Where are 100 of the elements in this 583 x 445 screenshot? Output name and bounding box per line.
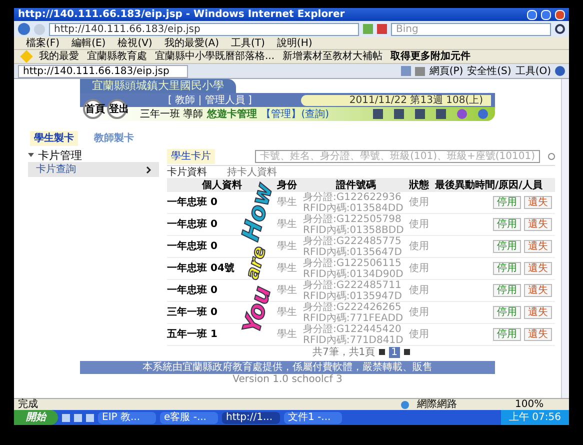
favorite-link[interactable]: 宜蘭縣教育處 xyxy=(87,51,147,62)
favorite-link[interactable]: 新增素材至教材大補帖 xyxy=(282,51,383,62)
id-number-text: 身分證:G122622936 xyxy=(303,192,402,202)
sidebar-group[interactable]: 卡片管理 xyxy=(38,150,82,160)
column-header: 身份 xyxy=(277,180,298,190)
maximize-button[interactable] xyxy=(541,10,551,20)
action-button[interactable]: 遺失 xyxy=(524,196,552,209)
user-text: 三年一班 導師 xyxy=(140,108,204,120)
rfid-text: RFID內碼:013584DD xyxy=(303,202,404,214)
role-links[interactable]: [ 教師 | 管理人員 ] xyxy=(140,94,280,106)
column-header: 最後異動時間/原因/人員 xyxy=(435,180,544,190)
action-button[interactable]: 停用 xyxy=(493,240,521,253)
action-button[interactable]: 停用 xyxy=(493,306,521,319)
action-button[interactable]: 停用 xyxy=(493,262,521,275)
module-name: 悠遊卡管理 xyxy=(207,108,258,120)
back-icon[interactable] xyxy=(18,23,30,35)
role-cell-text: 學生 xyxy=(277,241,298,252)
zoom-control[interactable]: 100% xyxy=(515,399,565,410)
id-number-text: 身分證:G122505798 xyxy=(303,214,402,224)
role-cell-text: 學生 xyxy=(277,307,298,318)
action-button[interactable]: 停用 xyxy=(493,196,521,209)
status-cell-text: 使用 xyxy=(409,329,430,340)
action-button[interactable]: 停用 xyxy=(493,328,521,341)
action-button[interactable]: 遺失 xyxy=(524,328,552,341)
scrollbar[interactable] xyxy=(561,79,569,398)
info-icon[interactable] xyxy=(457,109,467,119)
sub-tab[interactable]: 持卡人資料 xyxy=(227,166,277,178)
sidebar-item[interactable]: 卡片查詢 xyxy=(28,162,159,177)
menu-item[interactable]: 工具(T) xyxy=(231,38,265,48)
date-text: 2011/11/22 第13週 108(上) xyxy=(301,94,491,106)
version-text: Version 1.0 schoolcf 3 xyxy=(232,374,342,385)
caret-icon[interactable] xyxy=(28,152,34,158)
status-text: 完成 xyxy=(18,399,39,410)
sticker-text: You xyxy=(239,284,275,336)
rfid-text: RFID內碼:771FEADD xyxy=(303,312,404,324)
action-button[interactable]: 遺失 xyxy=(524,240,552,253)
taskbar-button[interactable]: e客服 -... xyxy=(160,412,218,424)
action-button[interactable]: 停用 xyxy=(493,284,521,297)
menu-item[interactable]: 檔案(F) xyxy=(26,38,60,48)
globe-icon[interactable] xyxy=(401,400,409,408)
name-cell-text: 一年忠班 0 xyxy=(167,285,218,296)
toolbar-menu[interactable]: 工具(O) xyxy=(515,66,551,76)
panel-title: 學生卡片 xyxy=(167,148,215,164)
role-cell-text: 學生 xyxy=(277,197,298,208)
start-button[interactable]: 開始 xyxy=(14,410,58,425)
column-header: 證件號碼 xyxy=(334,180,377,190)
id-number-text: 身分證:G122506115 xyxy=(303,258,402,268)
taskbar-button[interactable]: EIP 教... xyxy=(98,412,156,424)
window-title: http://140.111.66.183/eip.jsp - Windows Internet Explorer xyxy=(18,9,346,20)
taskbar-button[interactable]: http://1... xyxy=(222,412,280,424)
search-icon[interactable] xyxy=(555,24,565,34)
action-button[interactable]: 遺失 xyxy=(524,218,552,231)
name-cell-text: 五年一班 1 xyxy=(167,329,218,340)
page-button[interactable]: 1 xyxy=(389,346,400,358)
name-cell-text: 一年忠班 04號 xyxy=(167,263,236,274)
name-cell-text: 一年忠班 0 xyxy=(167,241,218,252)
id-number-text: 身分證:G222485711 xyxy=(303,280,402,290)
toolbar-menu[interactable]: 安全性(S) xyxy=(467,66,512,76)
close-button[interactable] xyxy=(555,10,565,20)
action-button[interactable]: 遺失 xyxy=(524,284,552,297)
pager-summary: 共7筆，共1頁 xyxy=(312,346,376,358)
last-page-icon[interactable] xyxy=(404,349,410,355)
sub-tab[interactable]: 卡片資料 xyxy=(167,166,207,178)
action-button[interactable]: 遺失 xyxy=(524,306,552,319)
action-button[interactable]: 遺失 xyxy=(524,262,552,275)
card-tab[interactable]: 學生製卡 xyxy=(30,131,78,146)
sticker-text: are xyxy=(244,244,270,282)
rfid-text: RFID內碼:01358BDD xyxy=(303,224,405,236)
favorite-link[interactable]: 取得更多附加元件 xyxy=(390,51,471,62)
card-tab[interactable]: 教師製卡 xyxy=(90,131,138,146)
menu-item[interactable]: 說明(H) xyxy=(276,38,312,48)
taskbar-button[interactable]: 文件1 -... xyxy=(284,412,342,424)
status-cell-text: 使用 xyxy=(409,263,430,274)
column-header: 狀態 xyxy=(409,180,430,190)
address-field[interactable]: http://140.111.66.183/eip.jsp xyxy=(49,22,359,36)
role-cell-text: 學生 xyxy=(277,329,298,340)
toolbar-menu[interactable]: 網頁(P) xyxy=(429,66,464,76)
status-cell-text: 使用 xyxy=(409,241,430,252)
role-cell-text: 學生 xyxy=(277,219,298,230)
zone-text: 網際網路 xyxy=(417,399,458,410)
name-cell-text: 一年忠班 0 xyxy=(167,197,218,208)
minimize-button[interactable] xyxy=(527,10,537,20)
rfid-text: RFID內碼:0134D90D xyxy=(303,268,404,280)
browser-tab[interactable]: http://140.111.66.183/eip.jsp xyxy=(18,64,188,78)
help-icon[interactable] xyxy=(478,109,488,119)
favorites-button[interactable]: 我的最愛 xyxy=(39,51,79,62)
menu-item[interactable]: 編輯(E) xyxy=(72,38,106,48)
footer-bar: 本系統由宜蘭縣政府教育處提供，係屬付費軟體，嚴禁轉載、販售 xyxy=(80,361,495,374)
menu-item[interactable]: 我的最愛(A) xyxy=(164,38,219,48)
module-links[interactable]: 【管理】(查詢) xyxy=(261,108,329,120)
rfid-text: RFID內碼:0135647D xyxy=(303,246,403,258)
name-cell-text: 一年忠班 0 xyxy=(167,219,218,230)
help-icon[interactable] xyxy=(555,66,565,76)
first-page-icon[interactable] xyxy=(379,349,386,355)
chevron-icon xyxy=(146,166,151,174)
menu-item[interactable]: 檢視(V) xyxy=(118,38,152,48)
action-button[interactable]: 停用 xyxy=(493,218,521,231)
favorite-link[interactable]: 宜蘭縣中小學既曆部落格... xyxy=(155,51,275,62)
clock-text: 上午 07:56 xyxy=(501,410,569,425)
column-header: 個人資料 xyxy=(200,180,242,190)
